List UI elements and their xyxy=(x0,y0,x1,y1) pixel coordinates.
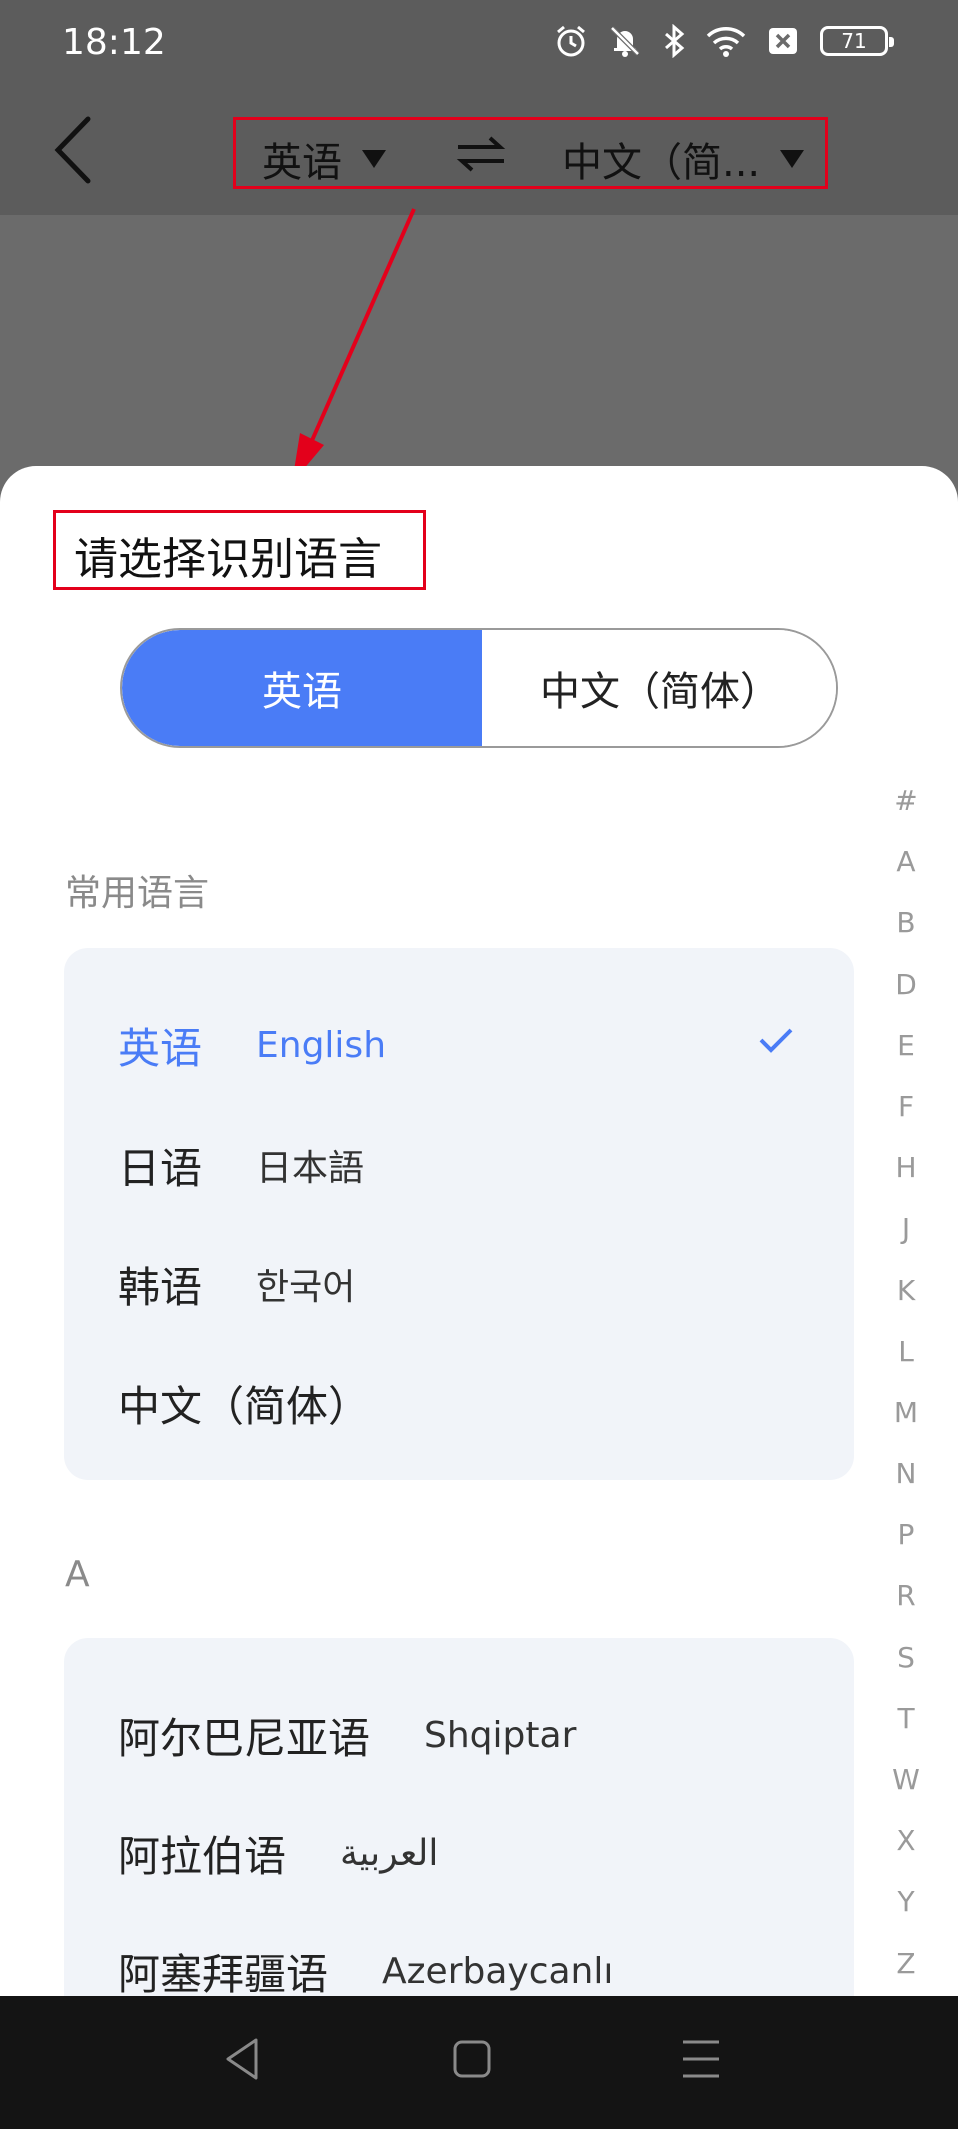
wifi-icon xyxy=(706,27,746,57)
language-direction-toggle: 英语 中文（简体） xyxy=(120,628,838,748)
index-letter[interactable]: L xyxy=(880,1321,932,1382)
status-bar: 18:12 71 xyxy=(0,0,958,88)
language-switcher: 英语 中文（简... xyxy=(233,117,828,189)
nav-menu-icon[interactable] xyxy=(680,2034,722,2084)
index-letter[interactable]: Y xyxy=(880,1871,932,1932)
index-letter[interactable]: E xyxy=(880,1015,932,1076)
index-letter[interactable]: D xyxy=(880,954,932,1015)
status-time: 18:12 xyxy=(62,22,166,63)
nav-back-icon[interactable] xyxy=(222,2034,262,2084)
index-letter[interactable]: T xyxy=(880,1688,932,1749)
dropdown-triangle-icon xyxy=(362,150,386,168)
index-letter[interactable]: H xyxy=(880,1137,932,1198)
index-letter[interactable]: A xyxy=(880,831,932,892)
swap-languages-icon[interactable] xyxy=(456,134,506,174)
language-name: 韩语 xyxy=(118,1262,203,1312)
language-name: 日语 xyxy=(118,1143,203,1193)
language-name: 英语 xyxy=(118,1023,203,1073)
language-native: 日本語 xyxy=(256,1148,365,1189)
index-letter[interactable]: S xyxy=(880,1627,932,1688)
language-name: 阿拉伯语 xyxy=(118,1831,287,1881)
app-root: 18:12 71 英语 中文（简... 请选择识别语言 英语 中文（简体） 常用… xyxy=(0,0,958,2129)
alarm-icon xyxy=(557,25,585,57)
sheet-title: 请选择识别语言 xyxy=(74,534,382,585)
list-item-korean[interactable]: 韩语 한국어 xyxy=(118,1249,355,1319)
index-letter[interactable]: # xyxy=(880,770,932,831)
tab-target-language[interactable]: 中文（简体） xyxy=(482,630,836,746)
list-item-english[interactable]: 英语 English xyxy=(118,1010,386,1080)
list-item-albanian[interactable]: 阿尔巴尼亚语 Shqiptar xyxy=(118,1700,576,1770)
section-label-a: A xyxy=(65,1554,90,1595)
index-letter[interactable]: J xyxy=(880,1198,932,1259)
back-icon[interactable] xyxy=(50,115,100,185)
index-letter[interactable]: X xyxy=(880,1810,932,1871)
target-language-label: 中文（简... xyxy=(562,140,761,186)
index-letter[interactable]: F xyxy=(880,1076,932,1137)
language-native: العربية xyxy=(340,1832,439,1874)
annotation-arrow xyxy=(292,208,416,483)
language-native: Shqiptar xyxy=(424,1714,577,1756)
language-native: English xyxy=(256,1024,387,1066)
language-select-sheet: 请选择识别语言 英语 中文（简体） 常用语言 英语 English 日语 日本語… xyxy=(0,466,958,1996)
sim-error-icon xyxy=(769,28,797,54)
dropdown-triangle-icon xyxy=(780,150,805,168)
language-name: 中文（简体） xyxy=(118,1381,371,1431)
common-languages-card: 英语 English 日语 日本語 韩语 한국어 中文（简体） xyxy=(64,948,854,1480)
index-letter[interactable]: N xyxy=(880,1443,932,1504)
index-letter[interactable]: K xyxy=(880,1260,932,1321)
source-language-label: 英语 xyxy=(262,140,342,186)
status-icons: 71 xyxy=(554,24,894,58)
language-name: 阿尔巴尼亚语 xyxy=(118,1713,371,1763)
alphabet-index: # A B D E F H J K L M N P R S T W X Y Z xyxy=(880,770,932,1994)
bell-off-icon xyxy=(610,26,640,57)
section-label-common: 常用语言 xyxy=(65,873,210,914)
index-letter[interactable]: W xyxy=(880,1749,932,1810)
nav-home-icon[interactable] xyxy=(452,2034,492,2084)
battery-icon: 71 xyxy=(820,26,894,56)
a-languages-card: 阿尔巴尼亚语 Shqiptar 阿拉伯语 العربية 阿塞拜疆语 Azerb… xyxy=(64,1638,854,1996)
check-icon xyxy=(759,1028,793,1053)
index-letter[interactable]: R xyxy=(880,1565,932,1626)
bluetooth-icon xyxy=(665,24,685,58)
navigation-bar xyxy=(0,1996,958,2129)
language-name: 阿塞拜疆语 xyxy=(118,1949,329,1997)
target-language-dropdown[interactable]: 中文（简... xyxy=(562,130,805,188)
language-native: Azerbaycanlı xyxy=(382,1950,614,1992)
tab-source-language[interactable]: 英语 xyxy=(122,630,482,746)
index-letter[interactable]: B xyxy=(880,892,932,953)
language-native: 한국어 xyxy=(256,1267,356,1308)
list-item-azerbaijani[interactable]: 阿塞拜疆语 Azerbaycanlı xyxy=(118,1936,614,1997)
index-letter[interactable]: M xyxy=(880,1382,932,1443)
list-item-japanese[interactable]: 日语 日本語 xyxy=(118,1130,364,1200)
index-letter[interactable]: Z xyxy=(880,1933,932,1994)
sheet-title-highlight: 请选择识别语言 xyxy=(53,510,426,590)
list-item-arabic[interactable]: 阿拉伯语 العربية xyxy=(118,1818,438,1888)
list-item-chinese-simplified[interactable]: 中文（简体） xyxy=(118,1368,370,1438)
index-letter[interactable]: P xyxy=(880,1504,932,1565)
source-language-dropdown[interactable]: 英语 xyxy=(262,130,386,188)
